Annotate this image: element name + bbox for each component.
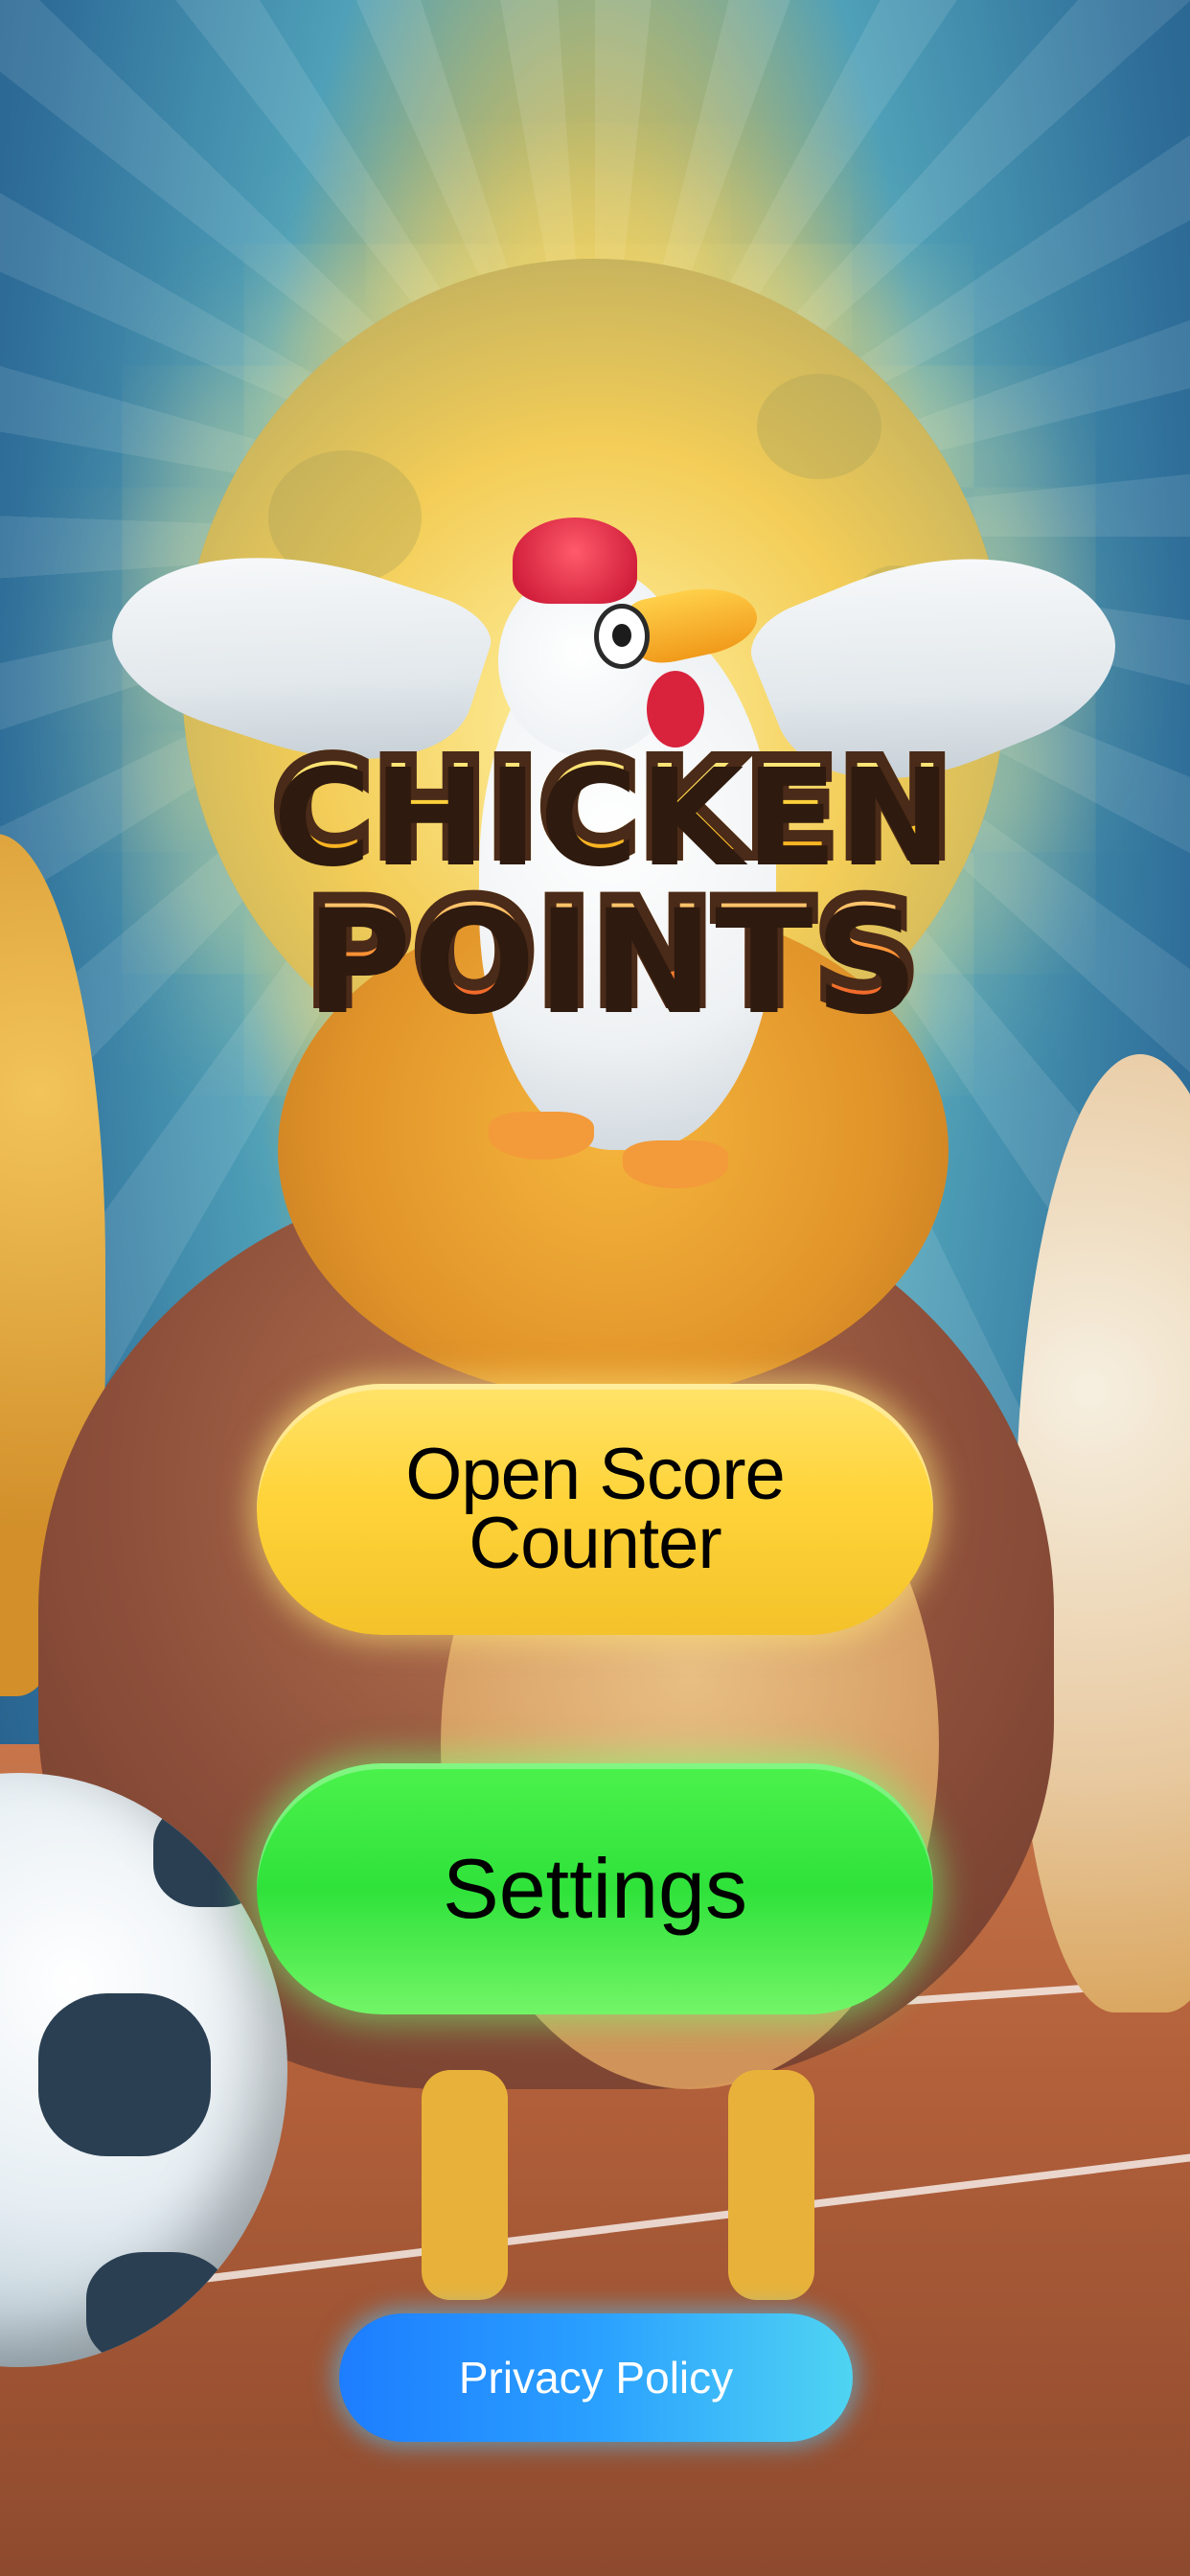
app-logo: CHICKEN POINTS — [94, 498, 1139, 1227]
score-button-line2: Counter — [469, 1503, 721, 1584]
privacy-policy-label: Privacy Policy — [458, 2353, 734, 2403]
mascot-foot — [489, 1112, 594, 1160]
ball-patch — [153, 1802, 268, 1907]
open-score-counter-label: Open Score Counter — [405, 1434, 786, 1584]
settings-button-label: Settings — [443, 1841, 747, 1936]
main-menu-screen: CHICKEN POINTS Open Score Counter Settin… — [0, 0, 1190, 2576]
privacy-policy-button[interactable]: Privacy Policy — [339, 2313, 853, 2442]
mascot-comb — [513, 518, 637, 604]
ball-patch — [86, 2252, 230, 2367]
score-button-line1: Open Score — [405, 1434, 786, 1515]
mascot-foot — [623, 1140, 728, 1188]
background-chicken-leg — [728, 2070, 814, 2300]
logo-title-line1: CHICKEN — [259, 732, 968, 887]
ball-patch — [38, 1993, 211, 2156]
open-score-counter-button[interactable]: Open Score Counter — [257, 1384, 933, 1635]
logo-title-line2: POINTS — [259, 871, 968, 1036]
settings-button[interactable]: Settings — [257, 1763, 933, 2014]
background-chicken-leg — [422, 2070, 508, 2300]
mascot-eye — [594, 604, 650, 669]
moon-crater — [757, 374, 881, 479]
